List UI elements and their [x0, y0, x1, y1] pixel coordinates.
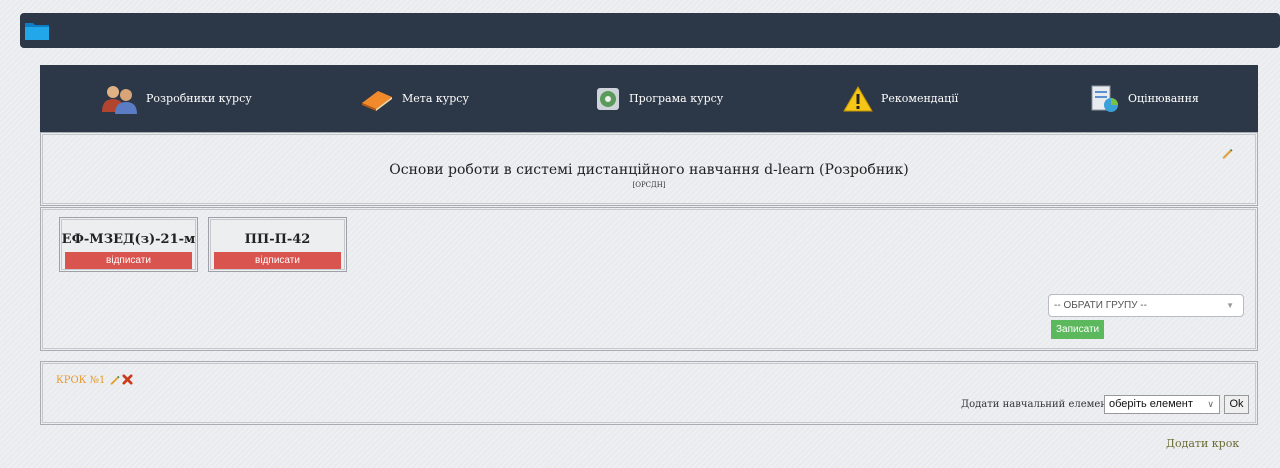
enroll-button[interactable]: Записати — [1051, 320, 1105, 339]
step-title[interactable]: КРОК №1 — [56, 375, 105, 386]
group-select[interactable]: -- ОБРАТИ ГРУПУ -- ▼ — [1048, 294, 1244, 317]
nav-label: Програма курсу — [629, 92, 724, 105]
chevron-down-icon: ▼ — [1226, 301, 1234, 310]
pencil-icon[interactable] — [109, 374, 120, 385]
nav-recommendations[interactable]: Рекомендації — [843, 65, 958, 132]
nav-program[interactable]: Програма курсу — [595, 65, 723, 132]
ok-button[interactable]: Ok — [1224, 395, 1249, 414]
nav-label: Оцінювання — [1128, 92, 1199, 105]
group-name: ПП-П-42 — [244, 232, 311, 247]
group-card: ЕФ-МЗЕД(з)-21-м відписати — [59, 217, 198, 272]
warning-icon — [843, 85, 873, 111]
nav-label: Мета курсу — [402, 92, 469, 105]
nav-label: Рекомендації — [881, 92, 959, 105]
course-navbar: Розробники курсу Мета курсу Програма кур… — [40, 65, 1258, 132]
top-bar — [20, 13, 1280, 48]
delete-icon[interactable] — [122, 374, 133, 385]
step-actions — [109, 374, 133, 385]
chevron-down-icon: ∨ — [1207, 399, 1214, 409]
pencil-icon[interactable] — [1221, 147, 1233, 159]
course-title: Основи роботи в системі дистанційного на… — [389, 162, 909, 178]
nav-assessment[interactable]: Оцінювання — [1090, 65, 1199, 132]
group-card: ПП-П-42 відписати — [208, 217, 347, 272]
chart-icon — [1091, 85, 1118, 112]
people-icon — [102, 85, 137, 114]
folder-icon[interactable] — [24, 20, 50, 41]
nav-goal[interactable]: Мета курсу — [360, 65, 469, 132]
nav-label: Розробники курсу — [146, 92, 252, 105]
step-panel: КРОК №1 Додати навчальний елемент: обері… — [40, 361, 1258, 425]
disc-icon — [597, 87, 619, 110]
add-element-label: Додати навчальний елемент: — [961, 399, 1116, 410]
groups-panel: ЕФ-МЗЕД(з)-21-м відписати ПП-П-42 відпис… — [40, 207, 1258, 351]
group-name: ЕФ-МЗЕД(з)-21-м — [61, 232, 196, 247]
group-select-value: -- ОБРАТИ ГРУПУ -- — [1054, 300, 1147, 311]
unsubscribe-button[interactable]: відписати — [65, 252, 192, 269]
element-select-value: оберіть елемент — [1109, 398, 1193, 410]
book-icon — [362, 90, 392, 111]
course-title-panel: Основи роботи в системі дистанційного на… — [40, 132, 1258, 206]
element-select[interactable]: оберіть елемент ∨ — [1104, 395, 1220, 414]
unsubscribe-button[interactable]: відписати — [214, 252, 341, 269]
nav-developers[interactable]: Розробники курсу — [100, 65, 252, 132]
add-step-link[interactable]: Додати крок — [1166, 437, 1239, 450]
course-code: [ОРСДН] — [632, 181, 666, 189]
